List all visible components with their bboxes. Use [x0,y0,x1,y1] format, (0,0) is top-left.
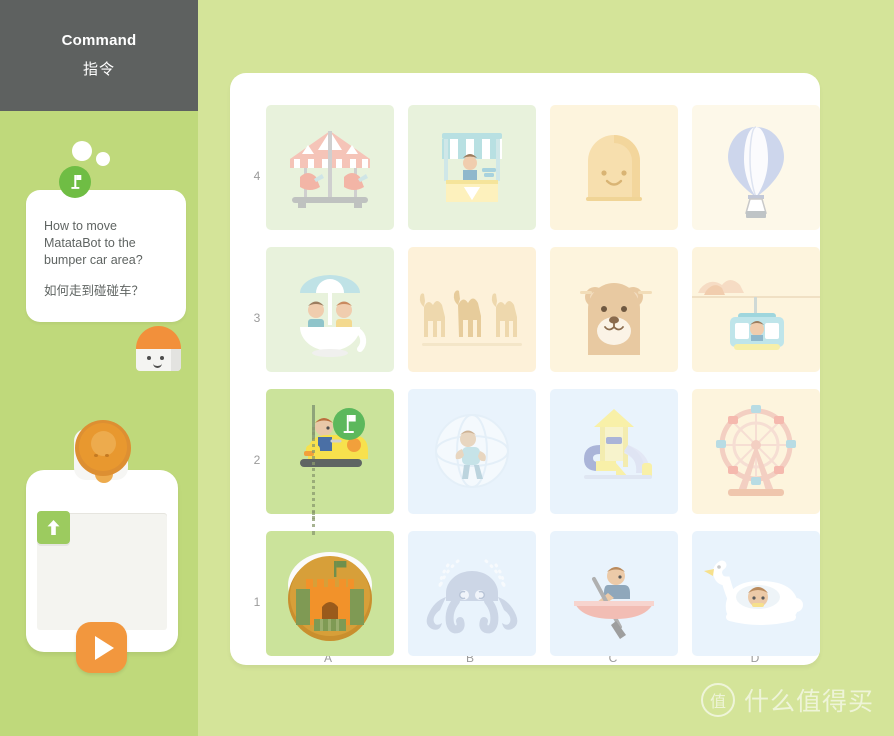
map-cell-c2[interactable] [550,389,678,514]
robot-body-shade [171,349,181,371]
octopus-ride [426,559,518,634]
map-cell-d2[interactable] [692,389,820,514]
map-grid: 4 3 2 1 A B C D [248,91,820,665]
robot-eye-right [160,356,164,360]
speech-bubble-group: How to move MatataBot to the bumper car … [26,166,186,322]
command-title-en: Command [61,32,137,49]
question-text-en: How to move MatataBot to the bumper car … [44,219,143,267]
command-title-zh: 指令 [82,61,115,78]
watermark: 值 什么值得买 [700,682,874,718]
robot-top-eye-left [94,454,98,457]
question-text-zh: 如何走到碰碰车？ [44,284,145,298]
matatabot-avatar [136,326,181,371]
teacup-ride [300,275,367,357]
playground-slide [584,409,652,479]
flag-icon [59,166,91,198]
rowing-boat [574,567,654,639]
ferris-wheel [716,405,796,496]
play-triangle [94,635,114,660]
matatabot-top-view [71,420,131,483]
fun-house [586,135,642,201]
zorb-ball [435,414,509,488]
bubble-tail-small [96,152,110,166]
play-icon[interactable] [76,622,127,673]
watermark-logo: 值 [700,683,735,717]
watermark-text: 什么值得买 [743,688,874,716]
ice-cream-stand [442,133,502,202]
map-card: 4 3 2 1 A B C D [230,73,820,665]
map-cell-b1[interactable] [408,531,536,656]
map-cell-c3[interactable] [550,247,678,372]
map-cell-d4[interactable] [692,105,820,230]
command-header: Command 指令 [0,0,198,111]
sidebar: Command 指令 How to move MatataBot to the … [0,0,198,736]
robot-knob [91,431,116,456]
row-label-4: 4 [253,169,261,183]
map-cell-b3[interactable] [408,247,536,372]
swan-boat [704,560,803,625]
carousel [290,131,370,208]
robot-path-segment [312,427,315,519]
row-label-1: 1 [253,595,261,609]
sandcastle [288,552,372,641]
robot-dome [136,326,181,349]
bubble-tail-large [72,141,92,161]
cable-car [692,280,820,350]
camel-ride [419,290,522,346]
bumper-car [300,405,368,467]
map-cell-c1[interactable] [550,531,678,656]
map-cell-b4[interactable] [408,105,536,230]
map-cell-a1[interactable] [266,531,394,656]
row-label-3: 3 [253,311,261,325]
map-cell-a2[interactable] [266,389,394,514]
speech-bubble: How to move MatataBot to the bumper car … [26,166,186,322]
map-cell-c4[interactable] [550,105,678,230]
map-cell-d3[interactable] [692,247,820,372]
map-cell-a3[interactable] [266,247,394,372]
hot-air-balloon [728,126,784,218]
robot-top-eye-right [105,454,109,457]
map-cell-b2[interactable] [408,389,536,514]
bear-mascot [580,283,652,355]
map-cell-a4[interactable] [266,105,394,230]
map-cell-d1[interactable] [692,531,820,656]
row-label-2: 2 [253,453,261,467]
robot-eye-left [147,356,151,360]
arrow-up-icon[interactable] [37,511,70,544]
